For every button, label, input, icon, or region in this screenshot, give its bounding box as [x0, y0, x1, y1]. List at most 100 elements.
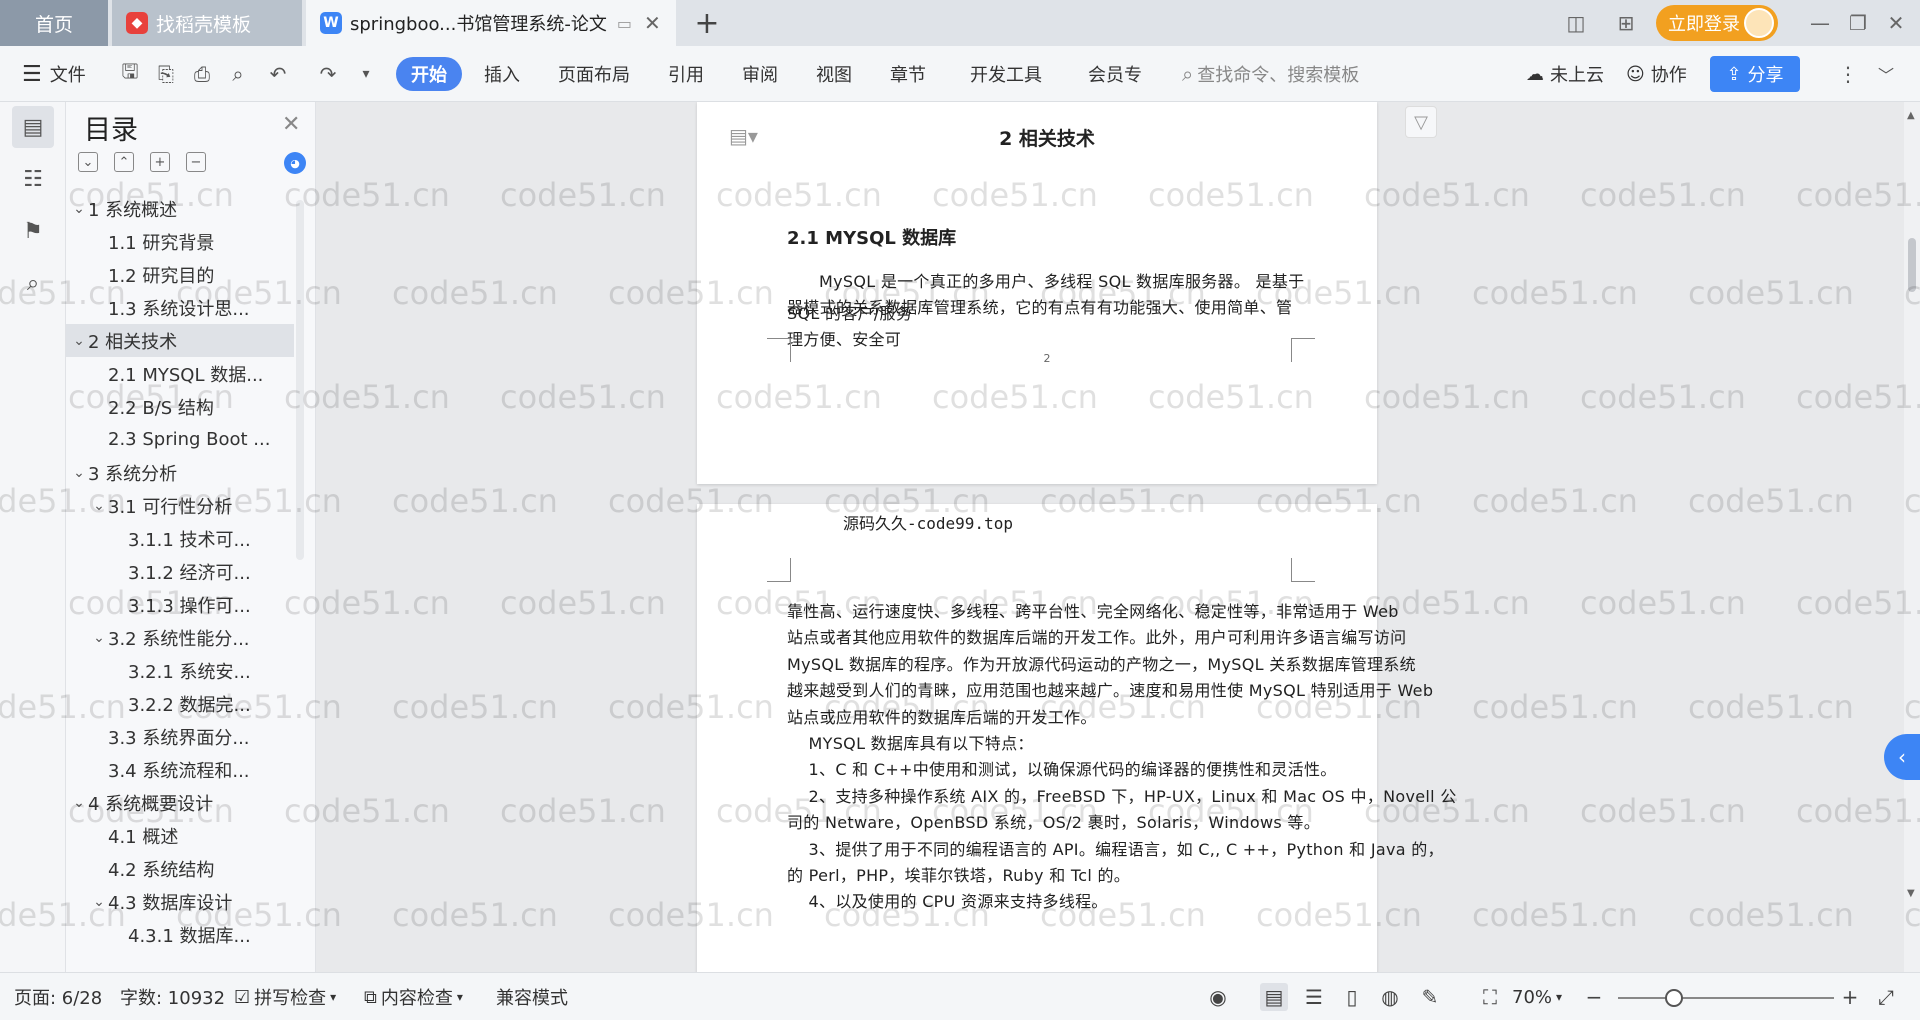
chevron-down-icon[interactable]: ⌄ [70, 333, 88, 349]
cloud-status[interactable]: ☁ 未上云 [1526, 57, 1604, 91]
ribbon-tab-developer[interactable]: 开发工具 [970, 57, 1042, 91]
command-search[interactable]: ⌕ 查找命令、搜索模板 [1182, 57, 1359, 91]
ribbon-tab-chapter[interactable]: 章节 [890, 57, 926, 91]
print-icon[interactable]: ⎙ [188, 60, 216, 88]
word-count[interactable]: 字数: 10932 [120, 983, 225, 1011]
tab-document[interactable]: W springboo...书馆管理系统-论文 ▭ ✕ [306, 0, 676, 46]
new-tab-button[interactable]: + [690, 6, 724, 41]
vertical-scrollbar[interactable]: ▲ ▼ [1904, 102, 1920, 972]
chevron-down-icon[interactable]: ⌄ [70, 795, 88, 811]
toc-item[interactable]: 4.3.1 数据库... [66, 918, 294, 951]
zoom-out-icon[interactable]: − [1580, 983, 1608, 1011]
outline-view-icon[interactable]: ☰ [1300, 983, 1328, 1011]
chevron-down-icon[interactable]: ⌄ [70, 201, 88, 217]
pen-icon[interactable]: ✎ [1416, 983, 1444, 1011]
layout-icon[interactable]: ◫ [1560, 8, 1592, 38]
find-icon[interactable]: ⌕ [12, 262, 54, 304]
toc-item[interactable]: 3.2.1 系统安... [66, 654, 294, 687]
close-window-icon[interactable]: ✕ [1880, 8, 1912, 38]
document-canvas[interactable]: ▤▾ 2 相关技术 2.1 MYSQL 数据库 MySQL 是一个真正的多用户、… [316, 102, 1904, 972]
export-icon[interactable]: ⎘ [152, 60, 180, 88]
scroll-down-icon[interactable]: ▼ [1907, 888, 1915, 899]
page-indicator[interactable]: 页面: 6/28 [14, 983, 102, 1011]
bookmark-icon[interactable]: ⚑ [12, 210, 54, 252]
web-view-icon[interactable]: ◍ [1376, 983, 1404, 1011]
expand-up-icon[interactable]: ⌃ [114, 152, 134, 172]
toc-item[interactable]: 3.4 系统流程和... [66, 753, 294, 786]
zoom-slider-knob[interactable] [1665, 989, 1684, 1007]
undo-icon[interactable]: ↶ [264, 60, 292, 88]
ribbon-tab-review[interactable]: 审阅 [742, 57, 778, 91]
chevron-down-icon[interactable]: ▾ [352, 60, 380, 88]
file-menu[interactable]: ☰ 文件 [22, 57, 86, 91]
ribbon-tab-start[interactable]: 开始 [396, 57, 462, 91]
page-nav-icon[interactable]: ▽ [1405, 106, 1437, 138]
fit-page-icon[interactable]: ⛶ [1476, 983, 1504, 1011]
toc-item[interactable]: ⌄ 3.2 系统性能分... [66, 621, 294, 654]
print-preview-icon[interactable]: ⌕ [224, 60, 252, 88]
toc-item[interactable]: 3.3 系统界面分... [66, 720, 294, 753]
toc-item[interactable]: ⌄ 3 系统分析 [66, 456, 294, 489]
save-icon[interactable]: 🖫 [116, 59, 144, 88]
toc-item[interactable]: 2.1 MYSQL 数据... [66, 357, 294, 390]
eye-protection-icon[interactable]: ◉ [1204, 983, 1232, 1011]
toc-item[interactable]: 4.1 概述 [66, 819, 294, 852]
collab-button[interactable]: ☺ 协作 [1626, 57, 1687, 91]
collapse-all-icon[interactable]: ⌄ [78, 152, 98, 172]
monitor-icon[interactable]: ▭ [617, 14, 632, 33]
zoom-in-icon[interactable]: + [1836, 983, 1864, 1011]
add-heading-icon[interactable]: + [150, 152, 170, 172]
collapse-ribbon-icon[interactable]: ﹀ [1872, 60, 1900, 88]
chevron-down-icon[interactable]: ⌄ [90, 498, 108, 514]
tab-daoke-templates[interactable]: ◆ 找稻壳模板 [112, 0, 302, 46]
redo-icon[interactable]: ↷ [314, 60, 342, 88]
toc-item[interactable]: ⌄ 1 系统概述 [66, 192, 294, 225]
remove-heading-icon[interactable]: − [186, 152, 206, 172]
toc-panel-icon[interactable]: ▤ [12, 106, 54, 148]
toc-item[interactable]: ⌄ 4.3 数据库设计 [66, 885, 294, 918]
restore-icon[interactable]: ❐ [1842, 8, 1874, 38]
tab-home[interactable]: 首页 [0, 0, 108, 46]
chevron-down-icon[interactable]: ⌄ [70, 465, 88, 481]
document-page[interactable]: 源码久久-code99.top 靠性高、运行速度快、多线程、跨平台性、完全网络化… [697, 504, 1456, 972]
reading-view-icon[interactable]: ▯ [1338, 983, 1366, 1011]
toc-item[interactable]: 1.2 研究目的 [66, 258, 294, 291]
toc-item[interactable]: 1.1 研究背景 [66, 225, 294, 258]
toc-scrollbar[interactable] [296, 200, 304, 560]
ribbon-tab-references[interactable]: 引用 [668, 57, 704, 91]
fullscreen-icon[interactable]: ⤢ [1872, 983, 1900, 1011]
chevron-down-icon[interactable]: ⌄ [90, 894, 108, 910]
ribbon-tab-insert[interactable]: 插入 [484, 57, 520, 91]
chevron-down-icon[interactable]: ⌄ [90, 630, 108, 646]
grid-apps-icon[interactable]: ⊞ [1610, 8, 1642, 38]
scroll-thumb[interactable] [1908, 238, 1916, 292]
login-button[interactable]: 立即登录 [1656, 5, 1778, 41]
toc-item[interactable]: ⌄ 2 相关技术 [66, 324, 294, 357]
toc-item[interactable]: 1.3 系统设计思... [66, 291, 294, 324]
share-button[interactable]: ⇪ 分享 [1710, 56, 1800, 92]
scroll-up-icon[interactable]: ▲ [1907, 110, 1915, 121]
close-toc-icon[interactable]: ✕ [282, 112, 300, 137]
minimize-icon[interactable]: — [1804, 8, 1836, 38]
toc-item[interactable]: ⌄ 3.1 可行性分析 [66, 489, 294, 522]
toc-item[interactable]: 3.1.3 操作可... [66, 588, 294, 621]
page-view-icon[interactable]: ▤ [1260, 983, 1288, 1011]
toc-item[interactable]: 3.1.2 经济可... [66, 555, 294, 588]
document-page[interactable]: ▤▾ 2 相关技术 2.1 MYSQL 数据库 MySQL 是一个真正的多用户、… [697, 102, 1437, 484]
toc-item[interactable]: 3.1.1 技术可... [66, 522, 294, 555]
outline-icon[interactable]: ☷ [12, 158, 54, 200]
more-options-icon[interactable]: ⋮ [1834, 60, 1862, 88]
toc-item[interactable]: 3.2.2 数据完... [66, 687, 294, 720]
toc-item[interactable]: 2.3 Spring Boot ... [66, 423, 294, 456]
zoom-slider[interactable] [1618, 997, 1834, 999]
ribbon-tab-view[interactable]: 视图 [816, 57, 852, 91]
ai-toc-icon[interactable]: ◕ [284, 152, 306, 174]
ribbon-tab-page-layout[interactable]: 页面布局 [558, 57, 630, 91]
toc-item[interactable]: 4.2 系统结构 [66, 852, 294, 885]
close-tab-icon[interactable]: ✕ [644, 11, 661, 35]
zoom-level[interactable]: 70% ▾ [1512, 983, 1562, 1011]
spell-check-button[interactable]: ☑ 拼写检查 ▾ [234, 983, 336, 1011]
content-check-button[interactable]: ⧉ 内容检查 ▾ [364, 983, 463, 1011]
ribbon-tab-member[interactable]: 会员专 [1088, 57, 1142, 91]
toc-item[interactable]: 2.2 B/S 结构 [66, 390, 294, 423]
